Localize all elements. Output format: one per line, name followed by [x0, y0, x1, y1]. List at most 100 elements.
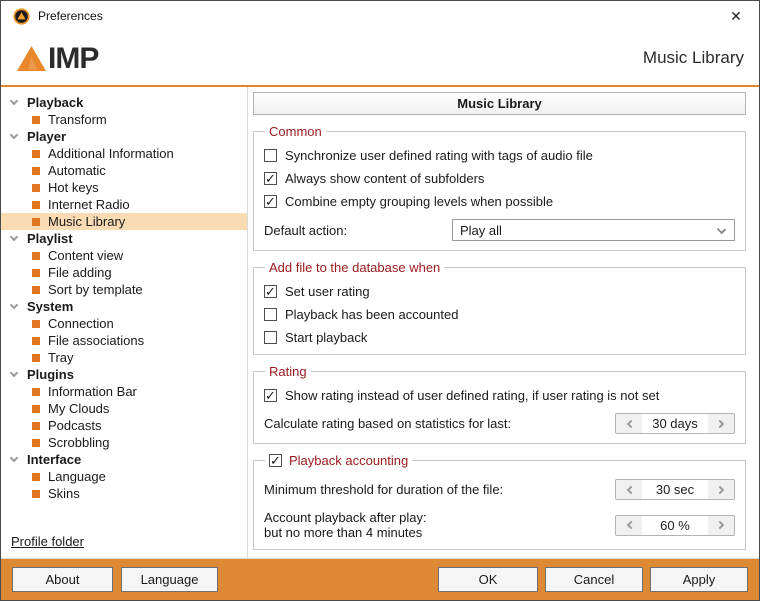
spinner-increment-button[interactable] — [708, 480, 734, 499]
sidebar-item-label: Podcasts — [48, 418, 101, 433]
add-file-checklist: Set user rating Playback has been account… — [264, 284, 735, 345]
apply-button[interactable]: Apply — [650, 567, 748, 592]
checkbox-row[interactable]: Combine empty grouping levels when possi… — [264, 194, 735, 209]
checkbox[interactable] — [264, 285, 277, 298]
checkbox-row[interactable]: Playback has been accounted — [264, 307, 735, 322]
spinner-increment-button[interactable] — [708, 414, 734, 433]
sidebar-category-playback[interactable]: Playback — [1, 94, 247, 111]
checkbox[interactable] — [264, 331, 277, 344]
sidebar-item-transform[interactable]: Transform — [1, 111, 247, 128]
sidebar-item-label: Information Bar — [48, 384, 137, 399]
sidebar-item-automatic[interactable]: Automatic — [1, 162, 247, 179]
close-icon[interactable]: ✕ — [713, 1, 759, 31]
about-button[interactable]: About — [12, 567, 113, 592]
sidebar-item-file-associations[interactable]: File associations — [1, 332, 247, 349]
bullet-icon — [32, 150, 40, 158]
checkbox[interactable] — [264, 149, 277, 162]
sidebar-item-information-bar[interactable]: Information Bar — [1, 383, 247, 400]
spinner-decrement-button[interactable] — [616, 414, 642, 433]
sidebar-item-my-clouds[interactable]: My Clouds — [1, 400, 247, 417]
playback-accounting-checkbox[interactable] — [269, 454, 282, 467]
checkbox-row[interactable]: Set user rating — [264, 284, 735, 299]
default-action-row: Default action: Play all — [264, 219, 735, 241]
group-add-file: Add file to the database when Set user r… — [253, 260, 746, 355]
group-playback-accounting: Playback accounting Minimum threshold fo… — [253, 453, 746, 550]
bullet-icon — [32, 116, 40, 124]
checkbox-row[interactable]: Always show content of subfolders — [264, 171, 735, 186]
group-common-title: Common — [265, 124, 326, 139]
bullet-icon — [32, 405, 40, 413]
page-title: Music Library — [643, 48, 744, 68]
aimp-logo-text: IMP — [48, 46, 98, 72]
cancel-button[interactable]: Cancel — [545, 567, 643, 592]
sidebar-item-label: Transform — [48, 112, 107, 127]
sidebar-item-hot-keys[interactable]: Hot keys — [1, 179, 247, 196]
spinner-decrement-button[interactable] — [616, 516, 642, 535]
sidebar-item-label: Tray — [48, 350, 74, 365]
sidebar-item-label: Automatic — [48, 163, 106, 178]
chevron-right-icon — [715, 521, 723, 529]
checkbox-label: Start playback — [285, 330, 367, 345]
chevron-down-icon — [10, 97, 18, 105]
chevron-left-icon — [626, 521, 634, 529]
spinner-decrement-button[interactable] — [616, 480, 642, 499]
chevron-right-icon — [715, 485, 723, 493]
checkbox[interactable] — [264, 172, 277, 185]
sidebar-item-tray[interactable]: Tray — [1, 349, 247, 366]
sidebar-item-additional-information[interactable]: Additional Information — [1, 145, 247, 162]
ok-button[interactable]: OK — [438, 567, 538, 592]
checkbox[interactable] — [264, 308, 277, 321]
sidebar-category-playlist[interactable]: Playlist — [1, 230, 247, 247]
sidebar-item-label: Scrobbling — [48, 435, 109, 450]
profile-folder-link[interactable]: Profile folder — [11, 534, 84, 549]
main-panel: Music Library Common Synchronize user de… — [248, 87, 759, 558]
sidebar-item-sort-by-template[interactable]: Sort by template — [1, 281, 247, 298]
sidebar-category-interface[interactable]: Interface — [1, 451, 247, 468]
sidebar-category-player[interactable]: Player — [1, 128, 247, 145]
titlebar: Preferences ✕ — [1, 1, 759, 31]
sidebar-category-system[interactable]: System — [1, 298, 247, 315]
bullet-icon — [32, 184, 40, 192]
group-playback-accounting-title: Playback accounting — [289, 453, 408, 468]
chevron-down-icon — [10, 369, 18, 377]
sidebar-category-plugins[interactable]: Plugins — [1, 366, 247, 383]
sidebar-item-podcasts[interactable]: Podcasts — [1, 417, 247, 434]
checkbox[interactable] — [264, 195, 277, 208]
sidebar-item-label: Internet Radio — [48, 197, 130, 212]
checkbox-label: Playback has been accounted — [285, 307, 458, 322]
chevron-right-icon — [715, 419, 723, 427]
checkbox-row[interactable]: Synchronize user defined rating with tag… — [264, 148, 735, 163]
checkbox-row[interactable]: Start playback — [264, 330, 735, 345]
bullet-icon — [32, 167, 40, 175]
checkbox-row[interactable]: Show rating instead of user defined rati… — [264, 388, 735, 403]
group-common: Common Synchronize user defined rating w… — [253, 124, 746, 251]
bullet-icon — [32, 286, 40, 294]
bullet-icon — [32, 201, 40, 209]
default-action-dropdown[interactable]: Play all — [452, 219, 735, 241]
rating-stat-row: Calculate rating based on statistics for… — [264, 413, 735, 434]
profile-folder-link-row: Profile folder — [1, 534, 247, 558]
bullet-icon — [32, 269, 40, 277]
sidebar-item-label: File associations — [48, 333, 144, 348]
checkbox[interactable] — [264, 389, 277, 402]
sidebar-item-file-adding[interactable]: File adding — [1, 264, 247, 281]
sidebar-item-content-view[interactable]: Content view — [1, 247, 247, 264]
sidebar-item-music-library[interactable]: Music Library — [1, 213, 247, 230]
rating-stat-spinner: 30 days — [615, 413, 735, 434]
sidebar-item-language[interactable]: Language — [1, 468, 247, 485]
spinner-increment-button[interactable] — [708, 516, 734, 535]
bullet-icon — [32, 252, 40, 260]
sidebar-category-label: Playlist — [27, 231, 73, 246]
sidebar-category-label: Player — [27, 129, 66, 144]
checkbox-label: Set user rating — [285, 284, 370, 299]
sidebar-item-internet-radio[interactable]: Internet Radio — [1, 196, 247, 213]
group-rating-title: Rating — [265, 364, 311, 379]
default-action-value: Play all — [460, 223, 502, 238]
sidebar-item-connection[interactable]: Connection — [1, 315, 247, 332]
sidebar-item-scrobbling[interactable]: Scrobbling — [1, 434, 247, 451]
sidebar-item-skins[interactable]: Skins — [1, 485, 247, 502]
account-playback-value: 60 % — [642, 516, 708, 535]
checkbox-label: Show rating instead of user defined rati… — [285, 388, 659, 403]
chevron-down-icon — [717, 225, 726, 234]
language-button[interactable]: Language — [121, 567, 218, 592]
